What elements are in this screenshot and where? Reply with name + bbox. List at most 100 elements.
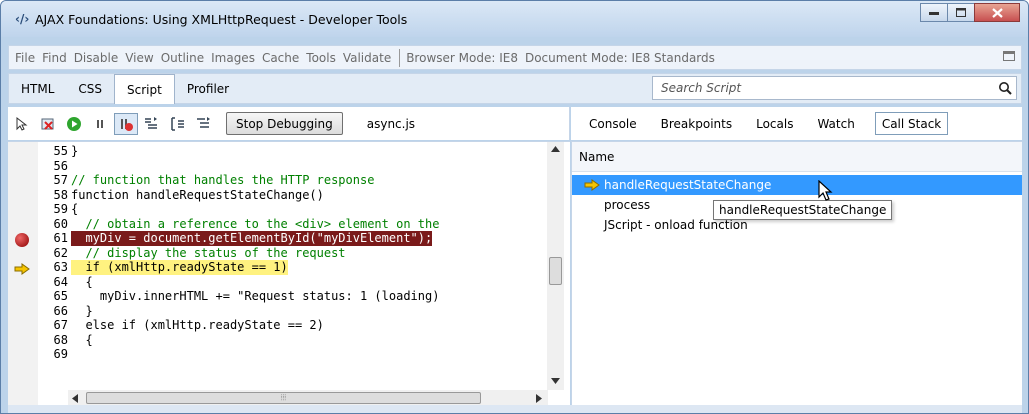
call-stack-header[interactable]: Name bbox=[572, 142, 1022, 172]
code-comment: // function that handles the HTTP respon… bbox=[71, 173, 375, 187]
scroll-right-icon[interactable] bbox=[536, 394, 542, 403]
line-number: 56 bbox=[53, 158, 68, 173]
menu-cache[interactable]: Cache bbox=[262, 51, 299, 65]
step-into-button[interactable] bbox=[140, 113, 164, 135]
vertical-scroll-thumb[interactable] bbox=[549, 257, 562, 285]
menu-tools[interactable]: Tools bbox=[306, 51, 336, 65]
call-stack-panel: Name handleRequestStateChange process JS… bbox=[571, 141, 1022, 405]
tab-watch[interactable]: Watch bbox=[813, 112, 858, 135]
horizontal-scroll-thumb[interactable]: ⦙⦙⦙ bbox=[86, 392, 481, 404]
step-over-button[interactable] bbox=[166, 113, 190, 135]
line-number: 59 bbox=[53, 202, 68, 216]
code-text: myDiv = document.getElementById("myDivEl… bbox=[71, 231, 433, 246]
main-tabs: HTML CSS Script Profiler Search Script bbox=[8, 73, 1022, 104]
call-stack-label: process bbox=[604, 198, 651, 212]
step-into-icon bbox=[145, 116, 157, 129]
menu-find[interactable]: Find bbox=[42, 51, 67, 65]
code-line: 66 } bbox=[8, 304, 540, 319]
code-line: 68 { bbox=[8, 333, 540, 348]
line-number: 61 bbox=[53, 231, 68, 245]
menu-disable[interactable]: Disable bbox=[74, 51, 119, 65]
line-number: 58 bbox=[53, 187, 68, 202]
code-line: 67 else if (xmlHttp.readyState == 2) bbox=[8, 318, 540, 333]
continue-button[interactable] bbox=[62, 113, 86, 135]
call-stack-label: handleRequestStateChange bbox=[604, 178, 772, 192]
stop-debugging-button[interactable]: Stop Debugging bbox=[226, 112, 343, 135]
name-column-header[interactable]: Name bbox=[579, 150, 614, 164]
line-number: 64 bbox=[53, 274, 68, 289]
tab-script[interactable]: Script bbox=[114, 74, 175, 104]
pointer-icon bbox=[16, 116, 28, 131]
line-number: 66 bbox=[53, 303, 68, 318]
clear-breakpoints-icon bbox=[41, 118, 54, 130]
code-line: 62 // display the status of the request bbox=[8, 246, 540, 261]
maximize-icon bbox=[956, 8, 966, 17]
scroll-down-icon[interactable] bbox=[551, 378, 560, 384]
maximize-button[interactable] bbox=[947, 3, 975, 22]
code-line: 55} bbox=[8, 144, 540, 159]
code-text: } bbox=[71, 144, 79, 158]
line-number: 60 bbox=[53, 216, 68, 231]
call-stack-label: JScript - onload function bbox=[604, 218, 748, 232]
break-on-error-button[interactable] bbox=[114, 112, 138, 135]
search-icon[interactable] bbox=[998, 81, 1012, 95]
code-line: 69 bbox=[8, 347, 540, 362]
select-element-button[interactable] bbox=[10, 113, 34, 135]
line-number: 67 bbox=[53, 318, 68, 332]
step-out-icon bbox=[197, 116, 210, 128]
code-text: myDiv.innerHTML += "Request status: 1 (l… bbox=[71, 289, 440, 303]
line-number: 55 bbox=[53, 144, 68, 158]
line-number: 65 bbox=[53, 289, 68, 303]
script-source-pane[interactable]: 55} 56 57// function that handles the HT… bbox=[8, 141, 570, 405]
tab-console[interactable]: Console bbox=[585, 112, 641, 135]
tab-css[interactable]: CSS bbox=[66, 74, 114, 103]
clear-breakpoints-button[interactable] bbox=[36, 113, 60, 135]
script-file-selector[interactable]: async.js bbox=[367, 117, 415, 131]
code-text: } bbox=[71, 303, 93, 318]
code-line: 59{ bbox=[8, 202, 540, 217]
tab-call-stack[interactable]: Call Stack bbox=[874, 112, 949, 135]
line-number: 62 bbox=[53, 245, 68, 260]
pin-window-icon[interactable] bbox=[1003, 51, 1015, 61]
scroll-up-icon[interactable] bbox=[551, 146, 560, 152]
menu-validate[interactable]: Validate bbox=[343, 51, 391, 65]
code-comment: // obtain a reference to the <div> eleme… bbox=[71, 216, 440, 231]
code-line: 64 { bbox=[8, 275, 540, 290]
code-text: if (xmlHttp.readyState == 1) bbox=[71, 260, 288, 275]
menu-outline[interactable]: Outline bbox=[161, 51, 204, 65]
document-mode-menu[interactable]: Document Mode: IE8 Standards bbox=[525, 51, 715, 65]
code-line: 57// function that handles the HTTP resp… bbox=[8, 173, 540, 188]
menu-images[interactable]: Images bbox=[211, 51, 255, 65]
tab-locals[interactable]: Locals bbox=[752, 112, 797, 135]
call-stack-item[interactable]: handleRequestStateChange bbox=[572, 175, 1022, 195]
line-number: 63 bbox=[53, 260, 68, 274]
step-out-button[interactable] bbox=[192, 113, 216, 135]
browser-mode-menu[interactable]: Browser Mode: IE8 bbox=[406, 51, 518, 65]
search-script-input[interactable]: Search Script bbox=[652, 76, 1017, 100]
devtools-window: ‹/› AJAX Foundations: Using XMLHttpReque… bbox=[0, 0, 1029, 414]
menu-file[interactable]: File bbox=[15, 51, 35, 65]
code-line: 56 bbox=[8, 159, 540, 174]
tab-profiler[interactable]: Profiler bbox=[175, 74, 241, 103]
close-button[interactable] bbox=[974, 3, 1020, 22]
status-bar bbox=[8, 405, 1022, 413]
code-text: { bbox=[71, 274, 93, 289]
horizontal-scrollbar[interactable]: ⦙⦙⦙ bbox=[68, 390, 548, 405]
menu-view[interactable]: View bbox=[125, 51, 153, 65]
code-line: 58 function handleRequestStateChange() bbox=[8, 188, 540, 203]
break-all-button[interactable] bbox=[88, 113, 112, 135]
code-line: 60 // obtain a reference to the <div> el… bbox=[8, 217, 540, 232]
vertical-scrollbar[interactable] bbox=[547, 142, 564, 390]
minimize-button[interactable] bbox=[920, 3, 948, 22]
tooltip: handleRequestStateChange bbox=[713, 200, 893, 220]
window-title: AJAX Foundations: Using XMLHttpRequest -… bbox=[35, 11, 408, 27]
line-number: 68 bbox=[53, 332, 68, 347]
menu-bar: File Find Disable View Outline Images Ca… bbox=[8, 45, 1022, 70]
line-number: 69 bbox=[53, 347, 68, 361]
minimize-icon bbox=[929, 11, 939, 15]
code-comment: // display the status of the request bbox=[71, 245, 346, 260]
tab-breakpoints[interactable]: Breakpoints bbox=[657, 112, 736, 135]
scroll-left-icon[interactable] bbox=[72, 394, 78, 403]
tab-html[interactable]: HTML bbox=[9, 74, 66, 103]
code-line-breakpoint: 61 myDiv = document.getElementById("myDi… bbox=[8, 231, 540, 246]
